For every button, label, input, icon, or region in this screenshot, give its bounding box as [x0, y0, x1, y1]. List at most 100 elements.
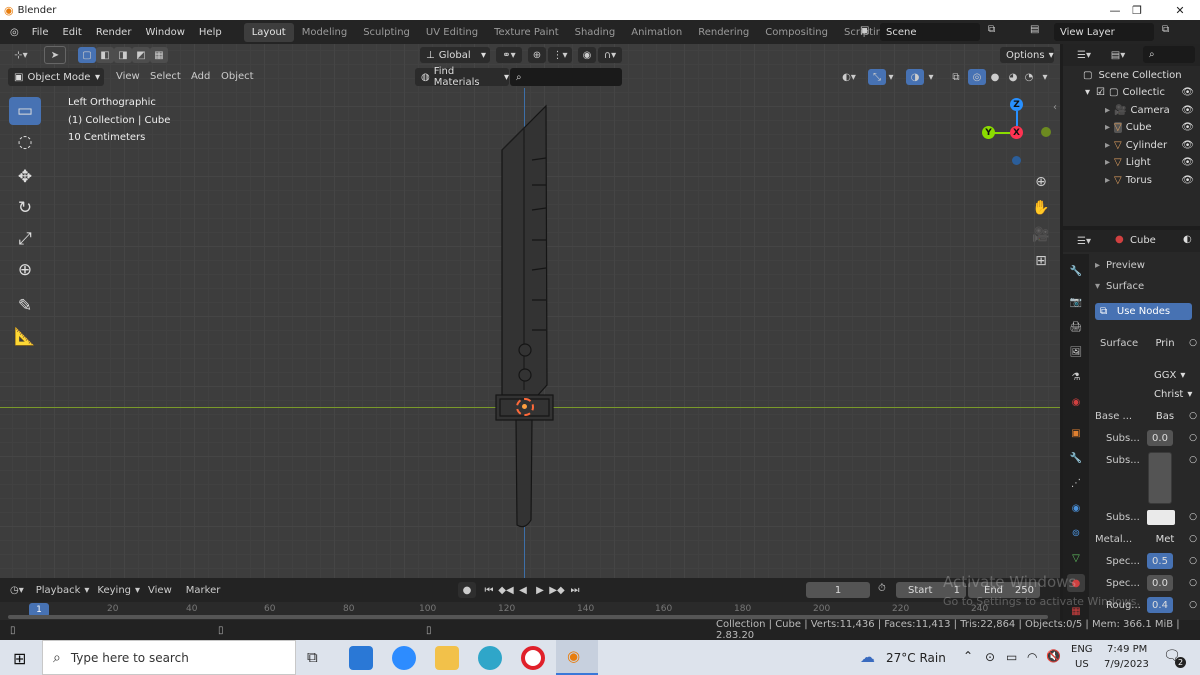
annotate-tool[interactable]: ✎: [9, 292, 41, 320]
taskbar-search-input[interactable]: ⌕ Type here to search: [42, 640, 296, 675]
socket-dot-icon[interactable]: ○: [1189, 556, 1197, 566]
play-icon[interactable]: ▶: [531, 582, 549, 598]
world-tab-icon[interactable]: ◉: [1067, 393, 1085, 411]
cursor-tool[interactable]: ◌: [9, 128, 41, 156]
measure-tool[interactable]: 📐: [9, 323, 41, 351]
view-menu[interactable]: View: [116, 71, 140, 82]
tab-shading[interactable]: Shading: [567, 23, 624, 42]
blender-taskbar-button[interactable]: ◉: [556, 640, 598, 675]
outliner-collection[interactable]: ▾ ☑ ▢ Collectic 👁: [1063, 84, 1200, 101]
socket-dot-icon[interactable]: ○: [1189, 433, 1197, 443]
surface-shader-field[interactable]: Prin: [1147, 335, 1183, 351]
menu-edit[interactable]: Edit: [55, 27, 88, 38]
eye-icon[interactable]: 👁: [1181, 87, 1194, 98]
transform-tool[interactable]: ⊕: [9, 256, 41, 284]
roughness-value[interactable]: 0.4: [1147, 597, 1173, 613]
wireframe-shading-icon[interactable]: ◎: [968, 69, 986, 85]
tab-texture-paint[interactable]: Texture Paint: [486, 23, 567, 42]
weather-icon[interactable]: ☁: [860, 648, 875, 666]
gizmo-x-axis[interactable]: X: [1010, 126, 1023, 139]
select-menu[interactable]: Select: [150, 71, 181, 82]
proportional-editing-icon[interactable]: ◉: [578, 47, 596, 63]
eye-icon[interactable]: 👁: [1181, 105, 1194, 116]
new-view-layer-icon[interactable]: ⧉: [1162, 24, 1169, 35]
meet-now-icon[interactable]: ⊙: [985, 650, 995, 664]
jump-start-icon[interactable]: ⏮: [480, 582, 498, 598]
select-mode-extend-icon[interactable]: ◧: [96, 47, 114, 63]
gizmo-neg-y[interactable]: [1041, 127, 1051, 137]
gizmo-z-axis[interactable]: Z: [1010, 98, 1023, 111]
material-search-input[interactable]: ⌕: [510, 68, 622, 86]
record-icon[interactable]: ●: [458, 582, 476, 598]
network-icon[interactable]: ◠: [1027, 650, 1037, 664]
select-tool-icon[interactable]: ➤: [44, 46, 66, 64]
rendered-shading-icon[interactable]: ◔: [1020, 69, 1038, 85]
menu-window[interactable]: Window: [138, 27, 191, 38]
move-tool[interactable]: ✥: [9, 163, 41, 191]
data-tab-icon[interactable]: ▽: [1067, 549, 1085, 567]
preview-panel-header[interactable]: ▸ Preview: [1095, 256, 1195, 274]
physics-tab-icon[interactable]: ◉: [1067, 499, 1085, 517]
menu-help[interactable]: Help: [192, 27, 229, 38]
view-layer-tab-icon[interactable]: 🖼: [1067, 343, 1085, 361]
properties-editor-icon[interactable]: ☰▾: [1071, 233, 1097, 249]
rotate-tool[interactable]: ↻: [9, 194, 41, 222]
outliner-search-input[interactable]: ⌕: [1143, 46, 1195, 63]
scene-tab-icon[interactable]: ⚗: [1067, 368, 1085, 386]
display-mode-icon[interactable]: ▤▾: [1105, 47, 1131, 63]
gizmo-dropdown-icon[interactable]: ▾: [886, 69, 896, 85]
specular-value[interactable]: 0.5: [1147, 553, 1173, 569]
gizmo-toggle-icon[interactable]: ⤡: [868, 69, 886, 85]
tool-tab-icon[interactable]: 🔧: [1067, 262, 1085, 280]
surface-panel-header[interactable]: ▾ Surface: [1095, 277, 1195, 295]
metallic-field[interactable]: Met: [1147, 531, 1183, 547]
language-line2[interactable]: US: [1075, 659, 1089, 670]
playback-menu[interactable]: Playback: [36, 585, 81, 596]
camera-view-icon[interactable]: 🎥: [1030, 224, 1052, 246]
scene-selector[interactable]: Scene: [880, 23, 980, 41]
pin-icon[interactable]: ◐: [1183, 234, 1192, 245]
sword-model[interactable]: [480, 100, 570, 535]
object-tab-icon[interactable]: ▣: [1067, 424, 1085, 442]
constraints-tab-icon[interactable]: ⊚: [1067, 524, 1085, 542]
overlays-dropdown-icon[interactable]: ▾: [924, 69, 938, 85]
task-view-icon[interactable]: ⧉: [307, 648, 318, 666]
select-mode-intersect-icon[interactable]: ◩: [132, 47, 150, 63]
eye-icon[interactable]: 👁: [1181, 175, 1194, 186]
outliner-item-torus[interactable]: ▸ ▽ Torus 👁: [1063, 172, 1200, 189]
socket-dot-icon[interactable]: ○: [1189, 411, 1197, 421]
edge-browser-icon[interactable]: [478, 646, 502, 670]
marker-menu[interactable]: Marker: [186, 585, 221, 596]
tab-uv-editing[interactable]: UV Editing: [418, 23, 486, 42]
outliner-item-cube[interactable]: ▸ ▽ Cube 👁: [1063, 119, 1200, 136]
xray-toggle-icon[interactable]: ⧉: [947, 69, 965, 85]
object-menu[interactable]: Object: [221, 71, 254, 82]
weather-text[interactable]: 27°C Rain: [886, 651, 946, 665]
menu-render[interactable]: Render: [89, 27, 139, 38]
subsurface-radius-field[interactable]: [1148, 452, 1172, 504]
shading-dropdown-icon[interactable]: ▾: [1038, 69, 1052, 85]
output-tab-icon[interactable]: 🖨: [1067, 318, 1085, 336]
current-frame-field[interactable]: 1: [806, 582, 870, 598]
view-menu[interactable]: View: [148, 585, 172, 596]
snap-icon[interactable]: ⊕: [528, 47, 546, 63]
zoom-app-icon[interactable]: [392, 646, 416, 670]
outliner-editor-icon[interactable]: ☰▾: [1071, 47, 1097, 63]
modifier-tab-icon[interactable]: 🔧: [1067, 449, 1085, 467]
eye-icon[interactable]: 👁: [1181, 140, 1194, 151]
use-nodes-button[interactable]: ⧉ Use Nodes: [1095, 303, 1192, 320]
checkbox-icon[interactable]: ☑: [1096, 87, 1105, 98]
socket-dot-icon[interactable]: ○: [1189, 600, 1197, 610]
eye-icon[interactable]: 👁: [1181, 122, 1194, 133]
subsurface-method-dropdown[interactable]: Christ ▾: [1148, 386, 1193, 402]
jump-end-icon[interactable]: ⏭: [566, 582, 584, 598]
solid-shading-icon[interactable]: ●: [986, 69, 1004, 85]
maximize-button[interactable]: ❐: [1117, 0, 1157, 20]
subsurface-color-swatch[interactable]: [1147, 510, 1175, 525]
pivot-point-icon[interactable]: ⚭▾: [496, 47, 522, 63]
socket-dot-icon[interactable]: ○: [1189, 534, 1197, 544]
windows-start-icon[interactable]: ⊞: [13, 649, 26, 668]
subsurface-value[interactable]: 0.0: [1147, 430, 1173, 446]
gizmo-neg-z[interactable]: [1012, 156, 1021, 165]
select-mode-invert-icon[interactable]: ▦: [150, 47, 168, 63]
